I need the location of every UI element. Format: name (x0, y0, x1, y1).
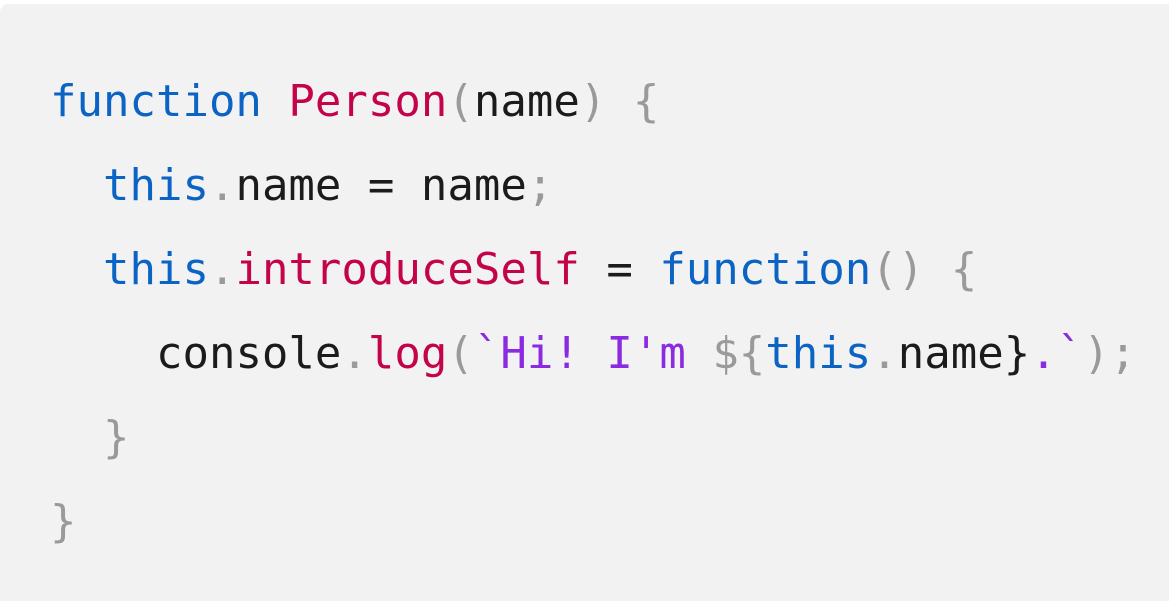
punctuation-token: . (208, 160, 236, 211)
identifier-token: name (420, 160, 527, 211)
brace-token: { (632, 76, 660, 127)
identifier-token: name (235, 160, 342, 211)
string-token: `Hi! I'm (473, 328, 713, 379)
brace-token: } (102, 412, 130, 463)
keyword-token: function (659, 244, 872, 295)
identifier-token: name (897, 328, 1004, 379)
string-token: .` (1030, 328, 1084, 379)
indent-token (50, 328, 156, 379)
function-name-token: Person (288, 76, 448, 127)
brace-token: } (50, 496, 77, 547)
keyword-token: this (102, 244, 209, 295)
brace-token: { (950, 244, 978, 295)
punctuation-token: . (871, 328, 898, 379)
punctuation-token: () (871, 244, 925, 295)
indent-token (50, 160, 103, 211)
indent-token (50, 244, 103, 295)
keyword-token: function (50, 76, 262, 127)
code-block: function Person(name) { this.name = name… (0, 4, 1169, 601)
code-line-1: function Person(name) { (50, 60, 1169, 144)
indent-token (50, 412, 103, 463)
function-name-token: log (367, 328, 448, 379)
code-line-4: console.log(`Hi! I'm ${this.name}.`); (50, 312, 1169, 396)
template-open-token: ${ (712, 328, 766, 379)
keyword-token: this (102, 160, 209, 211)
code-line-3: this.introduceSelf = function() { (50, 228, 1169, 312)
code-line-6: } (50, 480, 1169, 564)
punctuation-token: ); (1083, 328, 1137, 379)
punctuation-token: . (208, 244, 236, 295)
operator-token: = (579, 244, 660, 295)
property-token: introduceSelf (235, 244, 580, 295)
punctuation-token: . (341, 328, 368, 379)
punctuation-token: ; (526, 160, 554, 211)
keyword-token: this (765, 328, 872, 379)
operator-token: = (341, 160, 421, 211)
identifier-token: name (473, 76, 580, 127)
template-close-token: } (1003, 328, 1031, 379)
punctuation-token: ( (447, 328, 474, 379)
punctuation-token: ) (579, 76, 607, 127)
punctuation-token: ( (447, 76, 474, 127)
identifier-token: console (155, 328, 342, 379)
code-line-2: this.name = name; (50, 144, 1169, 228)
code-listing: function Person(name) { this.name = name… (50, 60, 1169, 564)
code-line-5: } (50, 396, 1169, 480)
